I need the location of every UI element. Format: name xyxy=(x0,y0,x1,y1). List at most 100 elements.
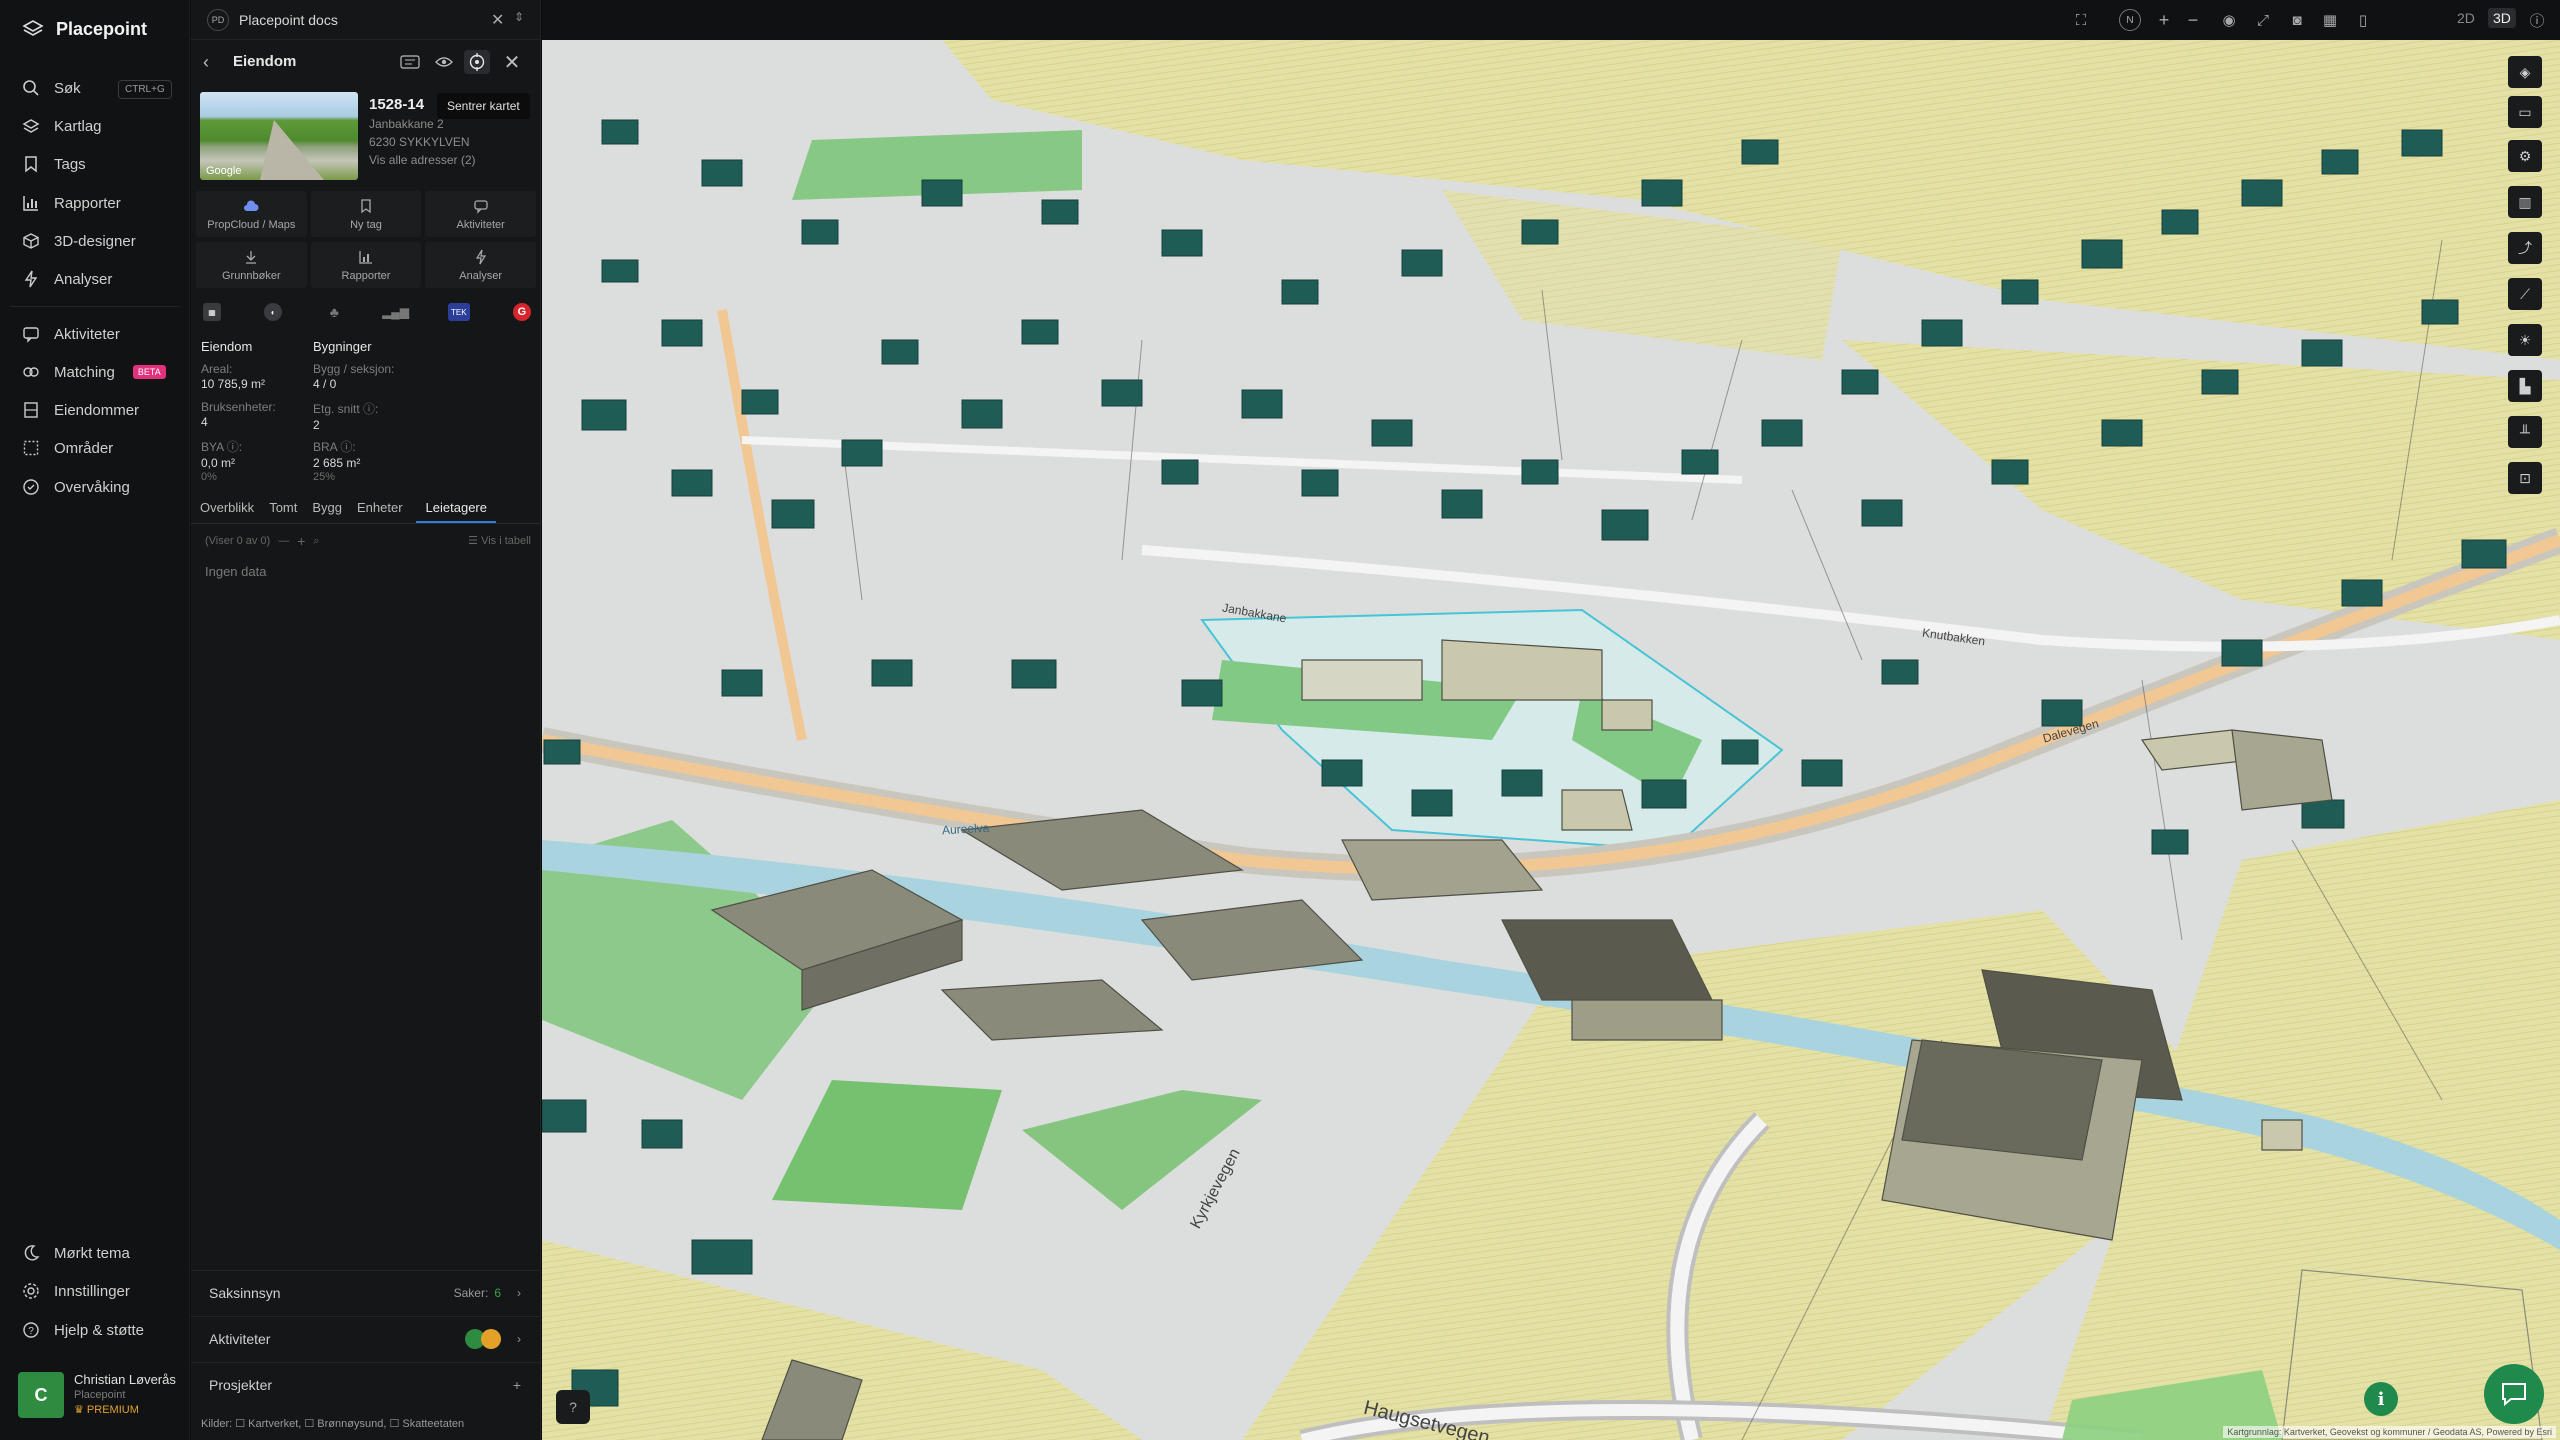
grid-icon[interactable]: ▦ xyxy=(2319,9,2341,31)
ruler-icon[interactable]: ▙ xyxy=(2508,370,2542,402)
camera-icon[interactable]: ◙ xyxy=(2286,9,2308,31)
nav-item-tags[interactable]: Tags xyxy=(22,150,86,178)
nav-item-eiendommer[interactable]: Eiendommer xyxy=(22,396,139,424)
source-tek-badge[interactable]: TEK xyxy=(447,303,470,321)
back-icon[interactable]: ‹ xyxy=(203,52,209,73)
filter-icon[interactable]: ⚙ xyxy=(2508,140,2542,172)
tab-bygg[interactable]: Bygg xyxy=(312,498,351,523)
collapse-icon[interactable]: — xyxy=(278,535,289,547)
nav-item-overvaking[interactable]: Overvåking xyxy=(22,473,130,501)
add-icon[interactable]: + xyxy=(297,533,305,549)
source-g-badge[interactable]: G xyxy=(512,303,531,321)
center-map-icon[interactable] xyxy=(464,50,490,74)
propcloud-button[interactable]: PropCloud / Maps xyxy=(196,191,307,237)
sources-footer: Kilder: ☐ Kartverket, ☐ Brønnøysund, ☐ S… xyxy=(201,1418,465,1430)
map-help-icon[interactable]: ? xyxy=(556,1390,590,1424)
brand[interactable]: Placepoint xyxy=(22,18,147,40)
source-signal-icon[interactable]: ▂▄▆ xyxy=(382,303,409,321)
left-nav: Placepoint Søk CTRL+G Kartlag Tags Rappo… xyxy=(0,0,190,1440)
tab-overblikk[interactable]: Overblikk xyxy=(200,498,263,523)
action-label: Grunnbøker xyxy=(221,269,281,282)
profile-icon[interactable]: ⤴ xyxy=(2508,232,2542,264)
property-street: Janbakkane 2 xyxy=(369,117,444,131)
workspace-title[interactable]: Placepoint docs xyxy=(239,12,338,28)
section-prosjekter[interactable]: Prosjekter + xyxy=(191,1362,541,1406)
bookmark-icon[interactable]: ▯ xyxy=(2352,9,2374,31)
chart-tool-icon[interactable]: ▥ xyxy=(2508,186,2542,218)
analyses-button[interactable]: Analyser xyxy=(425,242,536,288)
tab-tomt[interactable]: Tomt xyxy=(269,498,306,523)
bolt-icon xyxy=(24,270,38,288)
watch-icon xyxy=(23,479,39,495)
nav-item-rapporter[interactable]: Rapporter xyxy=(22,189,121,217)
height-icon[interactable]: ╨ xyxy=(2508,416,2542,448)
nav-item-matching[interactable]: Matching BETA xyxy=(22,358,166,386)
tab-enheter[interactable]: Enheter xyxy=(357,498,412,523)
nav-label: Kartlag xyxy=(54,117,102,135)
basemap-icon[interactable]: ⛶ xyxy=(2070,9,2092,31)
slope-icon[interactable]: ⟋ xyxy=(2508,278,2542,310)
nav-search-label: Søk xyxy=(54,79,81,97)
street-view-photo[interactable]: Google xyxy=(200,92,358,180)
facts-col1-title: Eiendom xyxy=(201,339,253,354)
workspace-header: PD Placepoint docs ✕ ⇕ xyxy=(191,0,541,40)
user-profile[interactable]: C Christian Løverås Placepoint ♛ PREMIUM xyxy=(18,1372,188,1420)
section-title: Prosjekter xyxy=(209,1376,273,1393)
zoom-in-icon[interactable]: + xyxy=(2153,9,2175,31)
layers-icon xyxy=(22,119,40,133)
nav-search[interactable]: Søk xyxy=(22,74,81,102)
nav-item-3d-designer[interactable]: 3D-designer xyxy=(22,227,136,255)
crown-icon: ♛ xyxy=(74,1404,87,1416)
nav-item-aktiviteter[interactable]: Aktiviteter xyxy=(22,320,120,348)
section-saksinnsyn[interactable]: Saksinnsyn Saker: 6 › xyxy=(191,1270,541,1314)
nav-item-dark-theme[interactable]: Mørkt tema xyxy=(22,1239,130,1267)
layers-tool-icon[interactable]: ◈ xyxy=(2508,56,2542,88)
mode-2d-button[interactable]: 2D xyxy=(2457,10,2475,26)
info-circle-icon[interactable]: ⓘ xyxy=(2526,9,2548,31)
panel-header: ‹ Eiendom ✕ xyxy=(191,44,541,80)
new-tag-button[interactable]: Ny tag xyxy=(310,191,422,237)
action-label: Rapporter xyxy=(341,269,391,282)
all-addresses-link[interactable]: Vis alle adresser (2) xyxy=(369,153,534,167)
source-globe-icon[interactable]: ◐ xyxy=(264,303,283,321)
close-panel-icon[interactable]: ✕ xyxy=(499,50,525,74)
activities-button[interactable]: Aktiviteter xyxy=(425,191,536,237)
visibility-icon[interactable]: ◉ xyxy=(2218,9,2240,31)
section-aktiviteter[interactable]: Aktiviteter › xyxy=(191,1316,541,1360)
source-plant-icon[interactable]: ♣ xyxy=(325,303,343,321)
source-nb-icon[interactable]: ▦ xyxy=(203,303,221,321)
nav-item-settings[interactable]: Innstillinger xyxy=(22,1277,130,1305)
saker-label: Saker: xyxy=(453,1285,489,1300)
bya-label: BYA ⓘ: xyxy=(201,440,243,454)
export-icon[interactable]: ⊡ xyxy=(2508,462,2542,494)
chat-support-button[interactable] xyxy=(2484,1364,2544,1424)
id-card-icon[interactable] xyxy=(397,50,423,74)
avatar xyxy=(481,1328,501,1349)
measure-icon[interactable]: ▭ xyxy=(2508,96,2542,128)
add-project-button[interactable]: + xyxy=(513,1377,521,1393)
mode-3d-button[interactable]: 3D xyxy=(2488,8,2516,28)
sun-icon[interactable]: ☀ xyxy=(2508,324,2542,356)
workspace-badge: PD xyxy=(207,8,229,31)
fullscreen-icon[interactable]: ⤢ xyxy=(2252,9,2274,31)
saker-summary: Saker: 6 › xyxy=(454,1286,521,1300)
nav-item-omrader[interactable]: Områder xyxy=(22,434,113,462)
zoom-out-icon[interactable]: − xyxy=(2182,9,2204,31)
chat-icon xyxy=(474,199,488,214)
show-table-button[interactable]: ☰ Vis i tabell xyxy=(468,534,531,547)
map-3d-view[interactable]: Janbakkane Knutbakken Dalevegen Aureelva… xyxy=(542,40,2560,1440)
eye-icon[interactable] xyxy=(431,50,457,74)
bya-value: 0,0 m² xyxy=(201,456,236,470)
tab-leietagere[interactable]: Leietagere xyxy=(415,498,496,523)
match-icon xyxy=(23,367,39,377)
reports-button[interactable]: Rapporter xyxy=(310,242,422,288)
nav-item-kartlag[interactable]: Kartlag xyxy=(22,112,102,140)
nav-item-analyser[interactable]: Analyser xyxy=(22,265,112,293)
compass-icon[interactable]: N xyxy=(2119,9,2141,31)
chevron-updown-icon[interactable]: ⇕ xyxy=(514,10,524,24)
close-icon[interactable]: ✕ xyxy=(491,10,504,30)
info-icon[interactable]: i xyxy=(2364,1382,2398,1416)
land-registry-button[interactable]: Grunnbøker xyxy=(196,242,307,288)
nav-item-help[interactable]: ? Hjelp & støtte xyxy=(22,1316,144,1344)
search-icon[interactable]: ⌕ xyxy=(313,535,319,548)
